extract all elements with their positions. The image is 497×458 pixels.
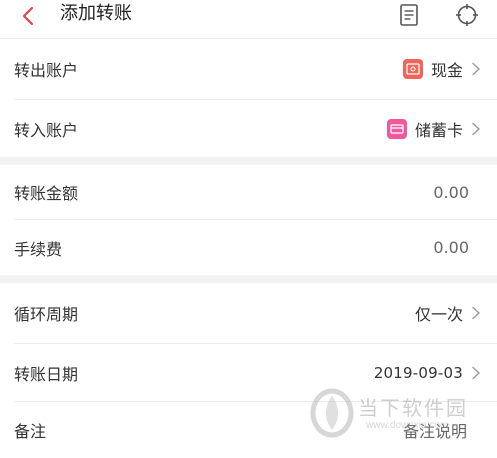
page-title: 添加转账	[60, 3, 132, 24]
cash-icon	[402, 59, 423, 79]
fee-row[interactable]: 手续费 0.00	[0, 220, 497, 275]
chevron-right-icon	[472, 366, 481, 379]
to-account-row[interactable]: 转入账户 储蓄卡	[0, 100, 497, 157]
add-transfer-page: 添加转账 转出账户 现金 转入账户 储蓄卡 转账金额 0.00 手续费 0.00…	[0, 0, 497, 458]
date-row[interactable]: 转账日期 2019-09-03	[0, 344, 497, 401]
note-input[interactable]: 备注说明	[403, 418, 467, 442]
note-row[interactable]: 备注 备注说明	[0, 402, 497, 458]
cycle-label: 循环周期	[14, 305, 79, 324]
document-icon	[400, 4, 418, 26]
back-button[interactable]	[14, 2, 42, 30]
amount-row[interactable]: 转账金额 0.00	[0, 165, 497, 219]
crosshair-icon	[456, 4, 478, 26]
section-divider	[0, 275, 497, 283]
document-button[interactable]	[396, 2, 422, 28]
fee-input[interactable]: 0.00	[433, 238, 469, 257]
amount-input[interactable]: 0.00	[433, 183, 469, 202]
chevron-right-icon	[472, 306, 481, 320]
from-account-value: 现金	[430, 61, 463, 80]
from-account-value-group: 现金	[402, 57, 481, 81]
chevron-right-icon	[472, 122, 481, 135]
date-label: 转账日期	[14, 364, 79, 384]
header-bar: 添加转账	[0, 0, 497, 38]
chevron-left-icon	[22, 6, 34, 26]
section-divider	[0, 157, 497, 165]
chevron-right-icon	[472, 62, 481, 76]
cycle-value-group: 仅一次	[415, 301, 481, 325]
target-button[interactable]	[454, 2, 480, 28]
amount-label: 转账金额	[14, 184, 79, 203]
cycle-row[interactable]: 循环周期 仅一次	[0, 283, 497, 343]
fee-label: 手续费	[14, 239, 63, 259]
from-account-label: 转出账户	[14, 61, 79, 80]
date-value-group: 2019-09-03	[374, 364, 481, 382]
cycle-value: 仅一次	[414, 305, 463, 324]
to-account-value-group: 储蓄卡	[386, 117, 481, 141]
debit-card-icon	[386, 118, 407, 139]
from-account-row[interactable]: 转出账户 现金	[0, 39, 497, 99]
note-label: 备注	[14, 422, 47, 441]
date-value: 2019-09-03	[373, 363, 463, 382]
to-account-label: 转入账户	[14, 120, 79, 140]
to-account-value: 储蓄卡	[414, 120, 463, 140]
